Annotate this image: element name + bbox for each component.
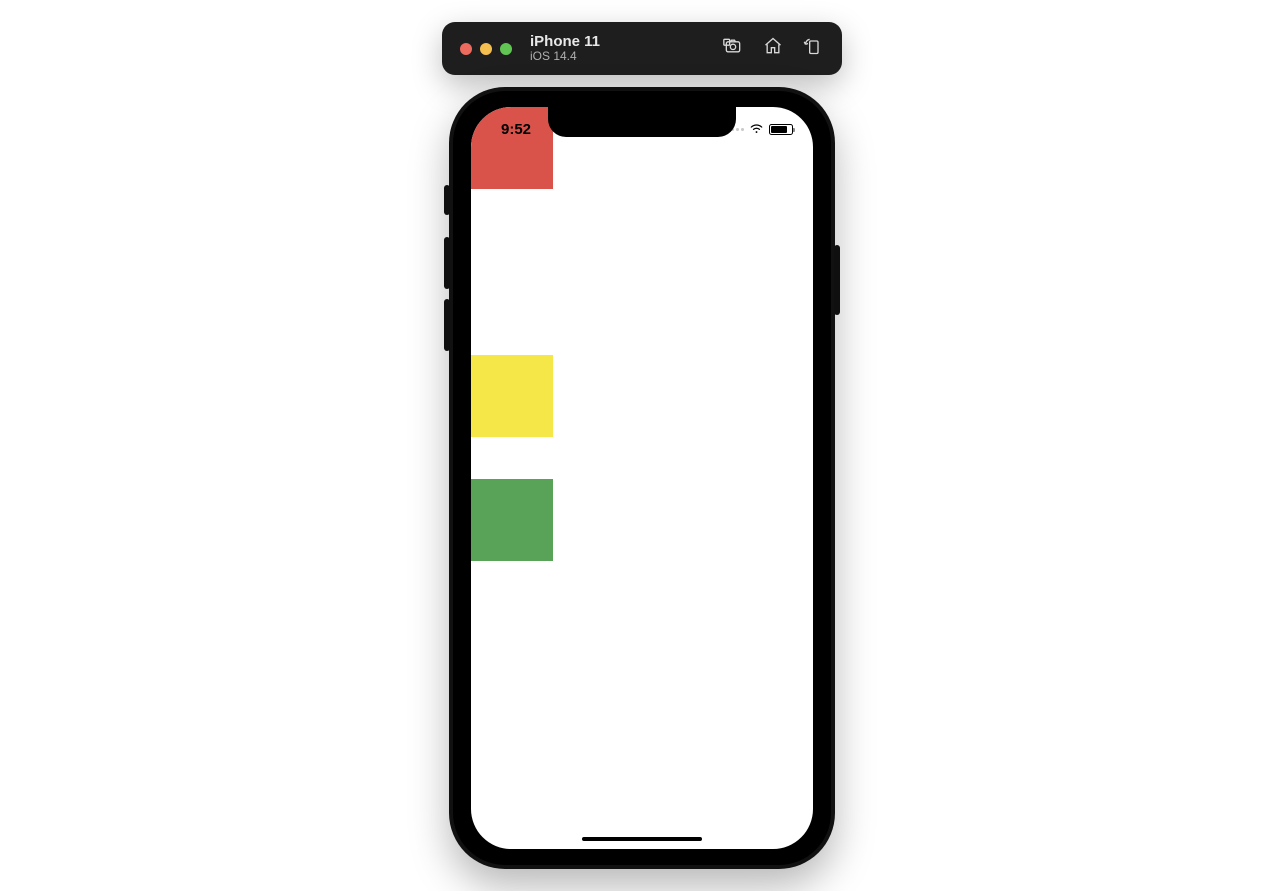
camera-icon bbox=[723, 36, 743, 61]
battery-icon bbox=[769, 124, 793, 135]
power-button bbox=[834, 245, 840, 315]
toolbar-actions bbox=[722, 38, 824, 60]
device-name-label: iPhone 11 bbox=[530, 33, 600, 50]
phone-screen[interactable]: 9:52 bbox=[471, 107, 813, 849]
phone-frame: 9:52 bbox=[449, 87, 835, 869]
status-right bbox=[726, 120, 793, 138]
minimize-window-button[interactable] bbox=[480, 43, 492, 55]
device-os-label: iOS 14.4 bbox=[530, 50, 600, 64]
yellow-box bbox=[471, 355, 553, 437]
home-button[interactable] bbox=[762, 38, 784, 60]
status-time: 9:52 bbox=[501, 121, 531, 138]
green-box bbox=[471, 479, 553, 561]
app-content bbox=[471, 107, 813, 849]
home-indicator[interactable] bbox=[582, 837, 702, 841]
rotate-icon bbox=[803, 36, 823, 61]
simulator-toolbar: iPhone 11 iOS 14.4 bbox=[442, 22, 842, 75]
home-icon bbox=[763, 36, 783, 61]
close-window-button[interactable] bbox=[460, 43, 472, 55]
wifi-icon bbox=[749, 120, 764, 138]
rotate-button[interactable] bbox=[802, 38, 824, 60]
maximize-window-button[interactable] bbox=[500, 43, 512, 55]
screenshot-button[interactable] bbox=[722, 38, 744, 60]
volume-up-button bbox=[444, 237, 450, 289]
notch bbox=[548, 107, 736, 137]
window-controls bbox=[460, 43, 512, 55]
volume-down-button bbox=[444, 299, 450, 351]
device-info: iPhone 11 iOS 14.4 bbox=[530, 33, 600, 64]
mute-switch bbox=[444, 185, 450, 215]
